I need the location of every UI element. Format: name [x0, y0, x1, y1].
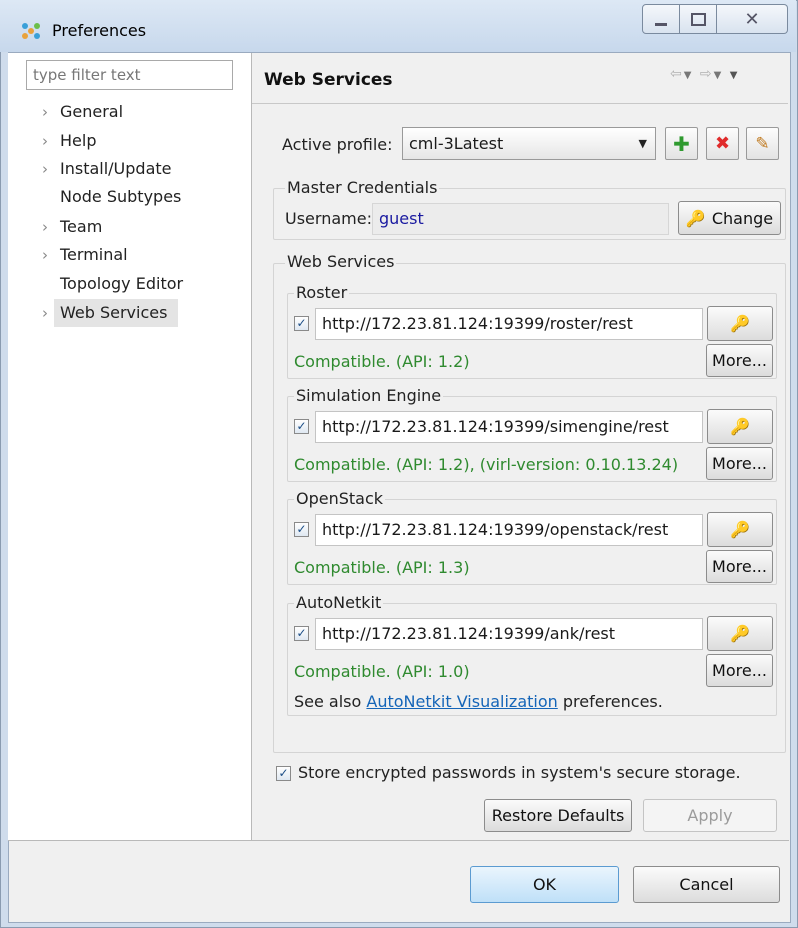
close-button[interactable]: ✕ [717, 4, 788, 34]
plus-icon: ✚ [673, 131, 690, 156]
tree-item-terminal[interactable]: Terminal [60, 242, 128, 268]
active-profile-select[interactable]: cml-3Latest ▼ [402, 127, 656, 160]
roster-enabled-checkbox[interactable]: ✓ [294, 316, 309, 331]
tree-item-team[interactable]: Team [60, 214, 102, 240]
history-nav: ⇦▼ ⇨▼ ▼ [670, 66, 739, 82]
key-icon: 🔑 [730, 520, 750, 539]
openstack-url-input[interactable]: http://172.23.81.124:19399/openstack/res… [315, 514, 703, 546]
expand-arrow-icon[interactable]: › [42, 99, 48, 125]
openstack-title: OpenStack [294, 489, 386, 508]
forward-arrow-icon[interactable]: ⇨ [700, 66, 714, 82]
maximize-button[interactable] [680, 4, 717, 34]
cancel-button[interactable]: Cancel [633, 866, 780, 903]
expand-arrow-icon[interactable]: › [42, 214, 48, 240]
key-icon: 🔑 [730, 624, 750, 643]
delete-profile-button[interactable]: ✖ [706, 127, 739, 160]
simulation-engine-url-input[interactable]: http://172.23.81.124:19399/simengine/res… [315, 411, 703, 443]
chevron-down-icon: ▼ [638, 137, 647, 150]
autonetkit-visualization-link[interactable]: AutoNetkit Visualization [366, 692, 557, 711]
autonetkit-key-button[interactable]: 🔑 [707, 616, 773, 651]
key-icon: 🔑 [730, 417, 750, 436]
master-credentials-title: Master Credentials [285, 178, 440, 197]
autonetkit-title: AutoNetkit [294, 593, 384, 612]
tree-item-general[interactable]: General [60, 99, 123, 125]
tree-item-topology-editor[interactable]: Topology Editor [60, 271, 183, 297]
simulation-engine-key-button[interactable]: 🔑 [707, 409, 773, 444]
simulation-engine-title: Simulation Engine [294, 386, 444, 405]
view-menu-icon[interactable]: ▼ [730, 70, 740, 81]
see-also-suffix: preferences. [562, 692, 663, 711]
simulation-engine-enabled-checkbox[interactable]: ✓ [294, 419, 309, 434]
back-arrow-icon[interactable]: ⇦ [670, 66, 684, 82]
key-icon: 🔑 [685, 208, 706, 228]
change-label: Change [711, 208, 774, 228]
preferences-app-icon [22, 23, 40, 39]
tree-item-web-services[interactable]: Web Services [60, 300, 167, 326]
delete-icon: ✖ [714, 133, 731, 154]
tree-item-node-subtypes[interactable]: Node Subtypes [60, 184, 181, 210]
openstack-key-button[interactable]: 🔑 [707, 512, 773, 547]
expand-arrow-icon[interactable]: › [42, 128, 48, 154]
simulation-engine-status: Compatible. (API: 1.2), (virl-version: 0… [294, 455, 679, 474]
pencil-icon: ✎ [755, 133, 770, 154]
ok-button[interactable]: OK [470, 866, 619, 903]
tree-item-install-update[interactable]: Install/Update [60, 156, 172, 182]
back-dropdown-icon[interactable]: ▼ [684, 70, 694, 81]
roster-url-input[interactable]: http://172.23.81.124:19399/roster/rest [315, 308, 703, 340]
roster-more-button[interactable]: More... [706, 344, 773, 377]
edit-profile-button[interactable]: ✎ [746, 127, 779, 160]
see-also-prefix: See also [294, 692, 362, 711]
username-label: Username: [285, 209, 372, 228]
apply-button[interactable]: Apply [643, 799, 777, 832]
roster-title: Roster [294, 283, 350, 302]
store-passwords-label: Store encrypted passwords in system's se… [298, 763, 741, 782]
window-title: Preferences [52, 21, 147, 40]
key-icon: 🔑 [730, 314, 750, 333]
web-services-group-title: Web Services [285, 252, 397, 271]
store-passwords-checkbox[interactable]: ✓ [276, 766, 291, 781]
autonetkit-more-button[interactable]: More... [706, 654, 773, 687]
autonetkit-enabled-checkbox[interactable]: ✓ [294, 626, 309, 641]
roster-key-button[interactable]: 🔑 [707, 306, 773, 341]
active-profile-value: cml-3Latest [409, 134, 504, 153]
forward-dropdown-icon[interactable]: ▼ [714, 70, 724, 81]
minimize-button[interactable] [642, 4, 680, 34]
autonetkit-url-input[interactable]: http://172.23.81.124:19399/ank/rest [315, 618, 703, 650]
caption-buttons: ✕ [642, 4, 792, 34]
add-profile-button[interactable]: ✚ [665, 127, 698, 160]
change-credentials-button[interactable]: 🔑 Change [678, 201, 781, 235]
expand-arrow-icon[interactable]: › [42, 300, 48, 326]
active-profile-label: Active profile: [282, 135, 393, 154]
restore-defaults-button[interactable]: Restore Defaults [484, 799, 632, 832]
see-also-text: See also AutoNetkit Visualization prefer… [294, 692, 663, 711]
openstack-more-button[interactable]: More... [706, 550, 773, 583]
roster-status: Compatible. (API: 1.2) [294, 352, 470, 371]
openstack-status: Compatible. (API: 1.3) [294, 558, 470, 577]
tree-item-help[interactable]: Help [60, 128, 96, 154]
minimize-icon [655, 22, 667, 26]
maximize-icon [690, 12, 706, 26]
simulation-engine-more-button[interactable]: More... [706, 447, 773, 480]
footer-divider [8, 840, 789, 841]
expand-arrow-icon[interactable]: › [42, 156, 48, 182]
expand-arrow-icon[interactable]: › [42, 242, 48, 268]
page-title: Web Services [264, 70, 393, 90]
close-icon: ✕ [744, 8, 760, 30]
username-field[interactable]: guest [372, 203, 669, 235]
autonetkit-status: Compatible. (API: 1.0) [294, 662, 470, 681]
filter-input[interactable]: type filter text [26, 60, 233, 90]
openstack-enabled-checkbox[interactable]: ✓ [294, 522, 309, 537]
page-title-divider [252, 103, 788, 104]
